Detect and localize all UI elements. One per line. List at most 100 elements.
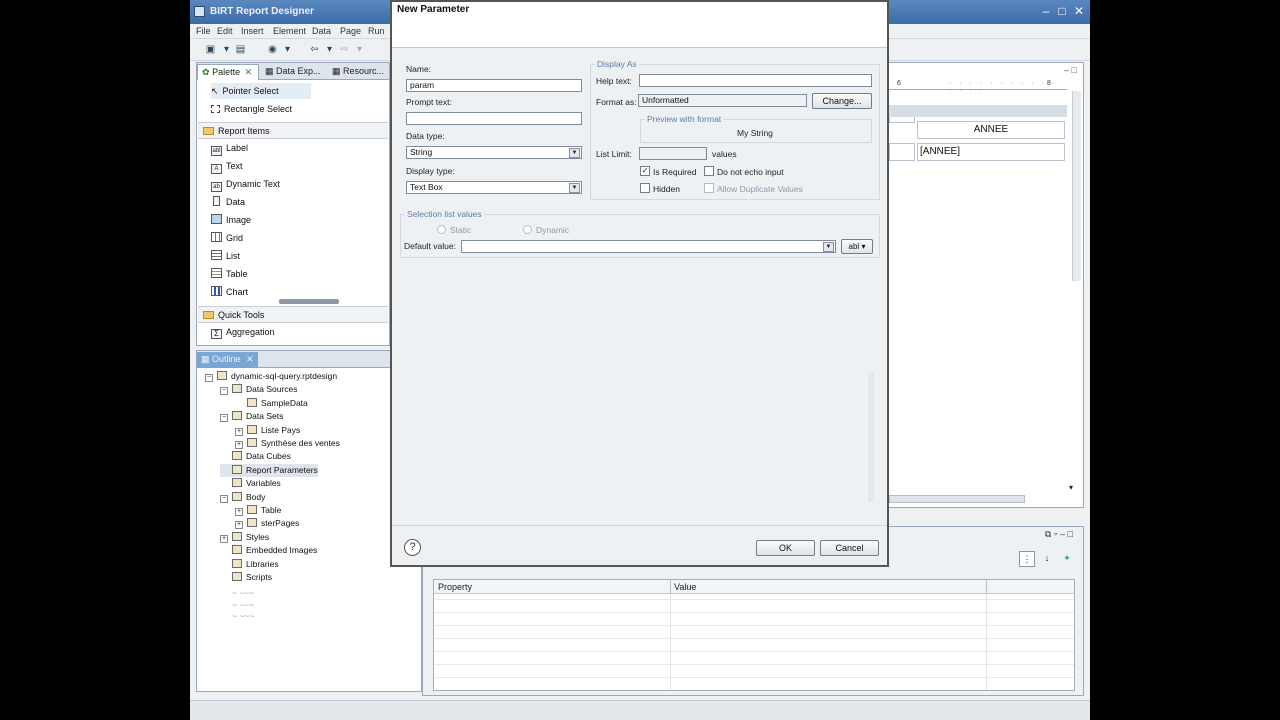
outline-tree-item[interactable]: − Data Sets [220,410,283,423]
quick-tools-header[interactable]: Quick Tools [198,306,388,323]
close-icon[interactable]: ✕ [1072,4,1086,18]
tab-resource-explorer[interactable]: ▦ Resourc... [328,64,388,80]
scroll-down-icon[interactable]: ▾ [1069,483,1081,495]
back-icon[interactable]: ⇦ [308,43,321,56]
preview-icon[interactable]: ◉ [266,43,279,56]
chevron-down-icon[interactable]: ▼ [823,242,834,252]
column-divider [986,594,987,690]
palette-item-grid[interactable]: Grid [211,230,243,246]
outline-tree-item[interactable]: + Styles [220,531,269,544]
horizontal-scrollbar[interactable] [889,495,1025,503]
palette-item-table[interactable]: Table [211,266,248,282]
palette-item-text[interactable]: A Text [211,158,243,174]
hidden-checkbox[interactable] [640,183,650,193]
list-limit-input[interactable] [639,147,707,160]
close-tab-icon[interactable]: ✕ [246,354,254,364]
dropdown-arrow-icon[interactable]: ▾ [353,43,366,56]
expand-icon[interactable]: + [235,521,243,530]
expression-builder-button[interactable]: abl ▾ [841,239,873,254]
static-radio[interactable] [437,225,446,234]
tab-palette[interactable]: ✿ Palette ✕ [197,64,259,80]
dialog-scrollbar[interactable] [868,372,874,502]
outline-tree-item[interactable]: Data Cubes [220,450,291,463]
close-tab-icon[interactable]: ✕ [245,67,253,77]
collapse-icon[interactable]: − [220,494,228,503]
new-icon[interactable]: ▣ [204,43,217,56]
tab-data-explorer[interactable]: ▦ Data Exp... [261,64,325,80]
cancel-button[interactable]: Cancel [820,540,879,556]
filter-icon[interactable]: ✦ [1059,551,1075,567]
menu-data[interactable]: Data [312,26,331,36]
display-type-select[interactable]: Text Box ▼ [406,181,582,194]
outline-tree-item[interactable]: SampleData [235,397,308,410]
ok-button[interactable]: OK [756,540,815,556]
rectangle-select-tool[interactable]: Rectangle Select [211,101,292,117]
expand-icon[interactable]: + [235,508,243,516]
maximize-icon[interactable]: □ [1055,4,1069,18]
name-input[interactable]: param [406,79,582,92]
dropdown-arrow-icon[interactable]: ▾ [281,43,294,56]
menu-file[interactable]: File [196,26,211,36]
outline-tree-item[interactable]: + Synthèse des ventes [235,437,340,450]
collapse-icon[interactable]: − [205,374,213,382]
palette-item-dynamic-text[interactable]: ab Dynamic Text [211,176,280,192]
allow-duplicate-checkbox[interactable] [704,183,714,193]
collapse-icon[interactable]: − [220,414,228,423]
outline-tree-item[interactable]: − dynamic-sql-query.rptdesign [205,370,337,383]
forward-icon[interactable]: ⇨ [338,43,351,56]
report-items-header[interactable]: Report Items [198,122,388,139]
property-panel-controls[interactable]: ⧉ ▿ – □ [1045,529,1073,540]
table-header-cell[interactable]: ANNEE [917,121,1065,139]
palette-item-image[interactable]: Image [211,212,251,228]
menu-edit[interactable]: Edit [217,26,233,36]
no-echo-checkbox[interactable] [704,166,714,176]
is-required-checkbox[interactable]: ✓ [640,166,650,176]
editor-minmax[interactable]: – □ [1064,65,1077,75]
outline-tree-item[interactable]: + Liste Pays [235,424,300,437]
sort-icon[interactable]: ↓ [1039,551,1055,567]
prompt-text-input[interactable] [406,112,582,125]
outline-tree-item[interactable]: Embedded Images [220,544,317,557]
expand-icon[interactable]: + [235,427,243,436]
help-text-input[interactable] [639,74,872,87]
menu-insert[interactable]: Insert [241,26,264,36]
column-divider [986,580,987,594]
outline-tree-item[interactable]: Report Parameters [220,463,318,477]
outline-tree-item[interactable]: Libraries [220,558,279,571]
menu-page[interactable]: Page [340,26,361,36]
table-data-cell[interactable]: [ANNEE] [917,143,1065,161]
palette-item-list[interactable]: List [211,248,240,264]
palette-scrollbar[interactable] [279,299,339,304]
default-value-input[interactable]: ▼ [461,240,836,253]
palette-item-data[interactable]: Data [211,194,245,210]
minimize-icon[interactable]: – [1039,4,1053,18]
palette-item-aggregation[interactable]: Σ Aggregation [211,324,275,340]
palette-item-chart[interactable]: Chart [211,284,248,300]
outline-tree-item[interactable]: − Data Sources [220,383,298,396]
expand-icon[interactable]: + [235,441,243,449]
collapse-icon[interactable]: − [220,387,228,396]
chevron-down-icon[interactable]: ▼ [569,183,580,193]
help-icon[interactable]: ? [404,539,421,556]
change-format-button[interactable]: Change... [812,93,872,109]
save-icon[interactable]: ▤ [234,43,247,56]
vertical-scrollbar[interactable] [1072,91,1081,281]
outline-tree-item[interactable]: + sterPages [235,517,299,530]
palette-item-label[interactable]: abl Label [211,140,248,156]
expand-icon[interactable]: + [220,534,228,543]
table-cell[interactable] [889,143,915,161]
outline-tree-item[interactable]: + Table [235,504,281,517]
pointer-select-tool[interactable]: ↖ Pointer Select [211,83,311,99]
dropdown-arrow-icon[interactable]: ▾ [220,43,233,56]
categorize-icon[interactable]: ⋮ [1019,551,1035,567]
menu-element[interactable]: Element [273,26,306,36]
tab-outline[interactable]: ▦ Outline ✕ [197,352,258,368]
chevron-down-icon[interactable]: ▼ [569,148,580,158]
data-type-select[interactable]: String ▼ [406,146,582,159]
dropdown-arrow-icon[interactable]: ▾ [323,43,336,56]
menu-run[interactable]: Run [368,26,385,36]
dynamic-radio[interactable] [523,225,532,234]
outline-tree-item[interactable]: Variables [220,477,281,490]
outline-tree-item[interactable]: − Body [220,491,265,504]
outline-tree-item[interactable]: Scripts [220,571,272,584]
